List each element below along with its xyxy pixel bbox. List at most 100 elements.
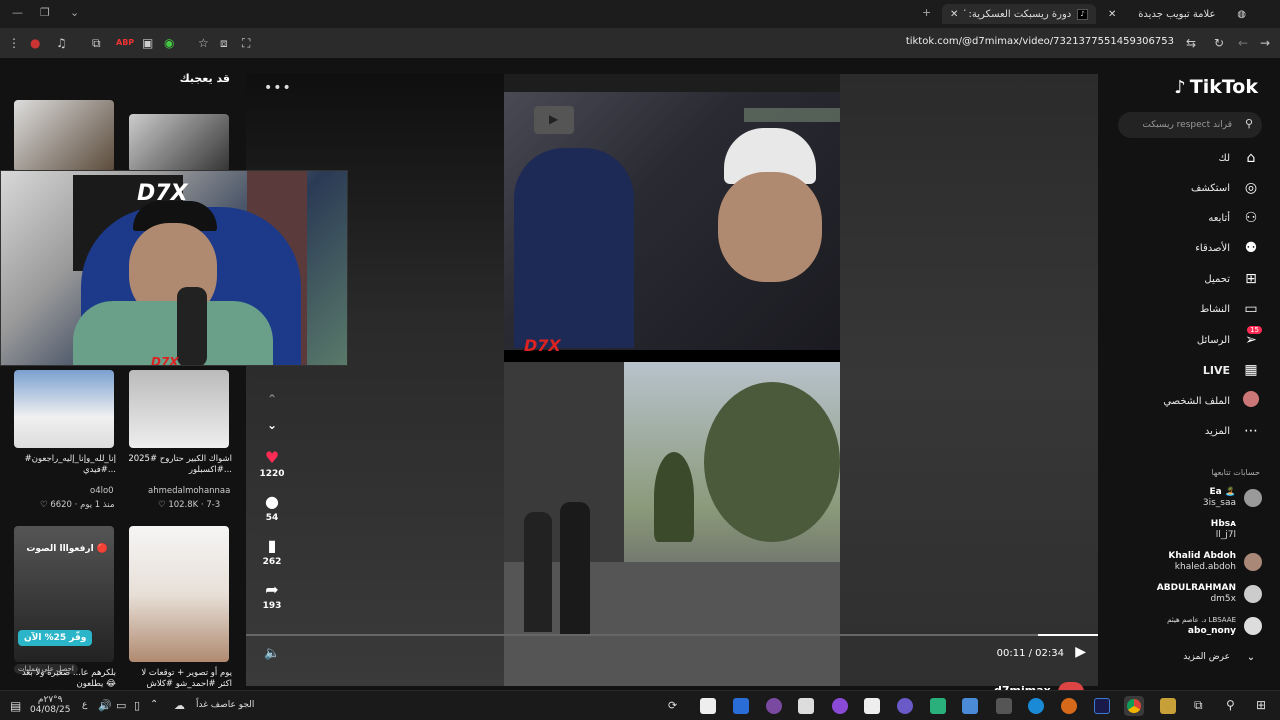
app-icon[interactable]: [930, 698, 946, 714]
search-icon[interactable]: ⚲: [1245, 117, 1253, 130]
extension-icon[interactable]: ◉: [164, 36, 174, 50]
suggested-thumbnail[interactable]: [14, 370, 114, 448]
next-video-icon[interactable]: ⌄: [258, 418, 286, 432]
new-tab-button[interactable]: +: [922, 6, 931, 19]
weather-text[interactable]: الجو عاصف غداً: [196, 700, 254, 710]
video-frame[interactable]: ▶ D7X: [504, 92, 840, 686]
comment-button[interactable]: ● 54: [258, 492, 286, 523]
suggested-caption[interactable]: بلكرهم عا... صغيره ولا بعد يطلعون 😂: [10, 668, 116, 690]
window-menu-icon[interactable]: ⌄: [70, 6, 79, 19]
suggested-thumbnail[interactable]: [129, 370, 229, 448]
suggested-stats: ♡ 102.8K · 7-3: [158, 500, 221, 510]
chrome-active-icon[interactable]: [1124, 696, 1144, 716]
sidebar-item-messages[interactable]: الرسائل ➢ 15: [1197, 326, 1262, 351]
outlook-icon[interactable]: [733, 698, 749, 714]
app-icon[interactable]: [962, 698, 978, 714]
browser-tab-bar: — ❐ ⌄ + ✕ دورة ريسبكت العسكرية: كل ما تح…: [0, 0, 1280, 28]
close-icon[interactable]: ✕: [950, 9, 958, 20]
app-icon[interactable]: [996, 698, 1012, 714]
logo-text: TikTok: [1189, 76, 1258, 98]
chevron-up-icon[interactable]: ⌃: [150, 699, 158, 710]
edge-icon[interactable]: [1028, 698, 1044, 714]
tab-tiktok-video[interactable]: ✕ دورة ريسبكت العسكرية: كل ما تحتاج معر.…: [942, 4, 1096, 24]
picture-in-picture-stream[interactable]: D7X D7X: [0, 170, 348, 366]
see-more-link[interactable]: عرض المزيد ⌄: [1183, 646, 1260, 668]
back-icon[interactable]: →: [1260, 36, 1270, 50]
sidebar-item-more[interactable]: المزيد ⋯: [1205, 420, 1260, 442]
sidebar-item-activity[interactable]: النشاط ▭: [1200, 298, 1260, 320]
suggested-thumbnail[interactable]: [129, 526, 229, 662]
volume-icon[interactable]: 🔊: [98, 699, 112, 712]
sidebar-item-live[interactable]: LIVE ▦: [1203, 359, 1260, 381]
menu-dots-icon[interactable]: ⋮: [8, 36, 20, 50]
app-icon[interactable]: [700, 698, 716, 714]
suggested-user[interactable]: ahmedalmohannaa: [148, 486, 230, 496]
app-available-icon[interactable]: ⇆: [1186, 36, 1196, 50]
close-icon[interactable]: ✕: [1108, 9, 1116, 20]
extension-icon[interactable]: ▣: [142, 36, 153, 50]
suggested-caption[interactable]: اشواك الكبير حتاروح #2025 #اكسبلور...: [126, 454, 232, 476]
account-name: د. عاصم هيثم LBSAAE: [1167, 616, 1236, 624]
sidebar-item-explore[interactable]: استكشف ◎: [1191, 177, 1260, 199]
language-indicator[interactable]: ع: [82, 700, 87, 710]
weather-icon[interactable]: ☁: [174, 699, 185, 712]
extension-icon[interactable]: ♫: [56, 36, 67, 50]
previous-video-icon[interactable]: ⌃: [258, 392, 286, 406]
app-icon[interactable]: [766, 698, 782, 714]
tiktok-logo[interactable]: ♪ TikTok: [1174, 76, 1258, 98]
refresh-icon[interactable]: ↻: [1214, 36, 1224, 50]
battery-icon[interactable]: ▯: [134, 699, 140, 712]
clock[interactable]: ٩°٢٧م 04/08/25: [30, 695, 70, 715]
app-icon[interactable]: [1061, 698, 1077, 714]
video-progress-bar[interactable]: [246, 634, 1098, 636]
suggested-thumbnail[interactable]: [14, 100, 114, 172]
sidebar-item-foryou[interactable]: لك ⌂: [1219, 147, 1260, 169]
app-icon[interactable]: [832, 698, 848, 714]
following-account[interactable]: Hbsᴀ ll_j7l: [1211, 519, 1262, 541]
like-button[interactable]: ♥ 1220: [258, 448, 286, 479]
extension-icon[interactable]: ●: [30, 36, 40, 50]
sidebar-item-profile[interactable]: الملف الشخصي: [1163, 390, 1260, 412]
following-account[interactable]: Ea 🏝️ 3is_saa: [1203, 487, 1262, 509]
url-field[interactable]: tiktok.com/@d7mimax/video/73213775514593…: [906, 36, 1174, 47]
search-input[interactable]: ريسبكت respect قراند ⚲: [1118, 112, 1262, 138]
sidebar-item-following[interactable]: أتابعه ⚇: [1208, 207, 1260, 229]
network-icon[interactable]: ▭: [116, 699, 126, 712]
notifications-icon[interactable]: ▤: [10, 699, 21, 713]
following-account[interactable]: د. عاصم هيثم LBSAAE abo_nony: [1167, 615, 1262, 637]
app-icon[interactable]: [897, 698, 913, 714]
restore-icon[interactable]: ❐: [40, 6, 50, 19]
task-view-icon[interactable]: ⧉: [1194, 698, 1203, 713]
more-options-icon[interactable]: •••: [264, 80, 292, 96]
share-button[interactable]: ➦ 193: [258, 580, 286, 611]
suggested-caption[interactable]: #إنا_لله_وإنا_إليه_راجعون #فيدي...: [10, 454, 116, 476]
video-player[interactable]: ▶ D7X ••• ⌃ ⌄ ♥ 1220 ● 54 ▮ 262 ➦ 193 🔈 …: [246, 74, 1098, 686]
app-icon[interactable]: [864, 698, 880, 714]
suggested-thumbnail[interactable]: [129, 114, 229, 172]
sidebar-item-friends[interactable]: الأصدقاء ⚉: [1195, 237, 1260, 259]
volume-icon[interactable]: 🔈: [264, 646, 280, 661]
promo-badge[interactable]: وفّر 25% الآن: [18, 630, 93, 646]
photoshop-icon[interactable]: [1094, 698, 1110, 714]
forward-icon[interactable]: ←: [1238, 36, 1248, 50]
app-icon[interactable]: [798, 698, 814, 714]
comment-icon: ●: [265, 492, 279, 511]
extensions-puzzle-icon[interactable]: ⧉: [92, 36, 101, 51]
d7x-logo: D7X: [524, 336, 561, 355]
suggested-user[interactable]: o4lo0: [90, 486, 114, 496]
following-account[interactable]: Khalid Abdoh khaled.abdoh: [1168, 551, 1262, 573]
minimize-icon[interactable]: —: [12, 6, 23, 19]
search-icon[interactable]: ⚲: [1226, 698, 1235, 712]
adblock-icon[interactable]: ABP: [116, 38, 134, 47]
windows-start-icon[interactable]: ⊞: [1256, 698, 1266, 712]
screenshot-icon[interactable]: ⛶: [242, 36, 250, 51]
collections-icon[interactable]: ⧈: [220, 36, 228, 51]
save-button[interactable]: ▮ 262: [258, 536, 286, 567]
sidebar-item-upload[interactable]: تحميل ⊞: [1204, 268, 1260, 290]
following-account[interactable]: ABDULRAHMAN dm5x: [1157, 583, 1262, 605]
file-explorer-icon[interactable]: [1160, 698, 1176, 714]
app-icon[interactable]: ⟳: [668, 699, 677, 712]
tab-new-tab[interactable]: ✕ علامة تبويب جديدة ◍: [1102, 4, 1252, 24]
play-icon[interactable]: ▶: [1075, 644, 1086, 660]
star-icon[interactable]: ☆: [198, 36, 209, 50]
